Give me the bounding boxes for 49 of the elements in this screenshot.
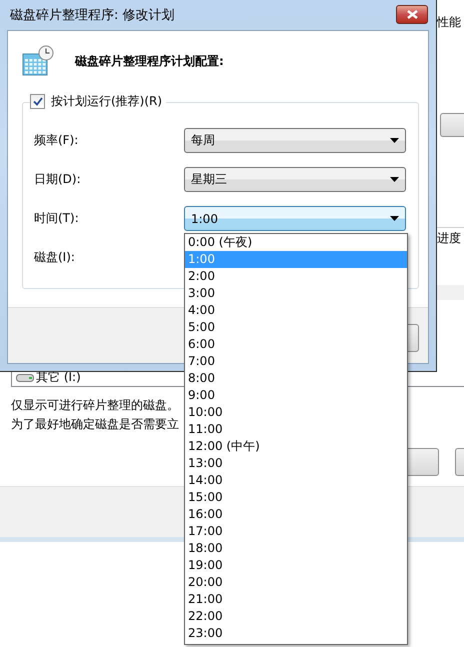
dropdown-option[interactable]: 14:00	[185, 472, 407, 489]
dropdown-field[interactable]: 1:00	[184, 206, 406, 231]
dropdown-option[interactable]: 5:00	[185, 319, 407, 336]
dropdown-option[interactable]: 19:00	[185, 557, 407, 574]
header-band	[437, 285, 464, 300]
header-text: 性能	[437, 14, 462, 31]
note-text: 为了最好地确定磁盘是否需要立	[11, 416, 179, 432]
drive-icon	[16, 372, 34, 382]
field-label: 时间(T):	[34, 210, 80, 227]
dropdown-option[interactable]: 18:00	[185, 540, 407, 557]
note-text: 仅显示可进行碎片整理的磁盘。	[11, 397, 179, 413]
field-label: 日期(D):	[34, 171, 82, 188]
dropdown-option[interactable]: 9:00	[185, 387, 407, 404]
dropdown-option[interactable]: 17:00	[185, 523, 407, 540]
field-label: 磁盘(I):	[34, 249, 76, 266]
checkbox[interactable]	[30, 94, 45, 109]
dialog-heading: 磁盘碎片整理程序计划配置:	[75, 52, 224, 70]
button[interactable]	[440, 113, 464, 137]
button[interactable]	[405, 448, 439, 476]
field-label: 频率(F):	[34, 132, 80, 149]
dropdown-option[interactable]: 8:00	[185, 370, 407, 387]
dropdown-field[interactable]: 每周	[184, 128, 406, 153]
dropdown-option[interactable]: 6:00	[185, 336, 407, 353]
caret-icon	[390, 216, 399, 221]
dropdown-option[interactable]: 23:00	[185, 625, 407, 642]
close-icon	[406, 10, 418, 19]
dropdown-option[interactable]: 15:00	[185, 489, 407, 506]
dropdown-option[interactable]: 21:00	[185, 591, 407, 608]
column-header: 进度	[437, 230, 462, 247]
dropdown-option[interactable]: 10:00	[185, 404, 407, 421]
close-button[interactable]	[396, 5, 428, 24]
dropdown-option[interactable]: 13:00	[185, 455, 407, 472]
dropdown-option[interactable]: 12:00 (中午)	[185, 438, 407, 455]
dropdown-option[interactable]: 3:00	[185, 285, 407, 302]
dropdown-option[interactable]: 2:00	[185, 268, 407, 285]
caret-icon	[390, 177, 399, 182]
window-title: 磁盘碎片整理程序: 修改计划	[10, 7, 175, 24]
dropdown-option[interactable]: 20:00	[185, 574, 407, 591]
dropdown-option[interactable]: 16:00	[185, 506, 407, 523]
dropdown-option[interactable]: 11:00	[185, 421, 407, 438]
calendar-clock-icon	[22, 45, 54, 77]
caret-icon	[390, 138, 399, 143]
dropdown-field[interactable]: 星期三	[184, 167, 406, 192]
checkbox-label: 按计划运行(推荐)(R)	[51, 93, 162, 110]
dropdown-option[interactable]: 0:00 (午夜)	[185, 234, 407, 251]
dropdown-option[interactable]: 7:00	[185, 353, 407, 370]
dropdown-option[interactable]: 4:00	[185, 302, 407, 319]
button[interactable]	[454, 448, 464, 476]
dropdown-option[interactable]: 22:00	[185, 608, 407, 625]
